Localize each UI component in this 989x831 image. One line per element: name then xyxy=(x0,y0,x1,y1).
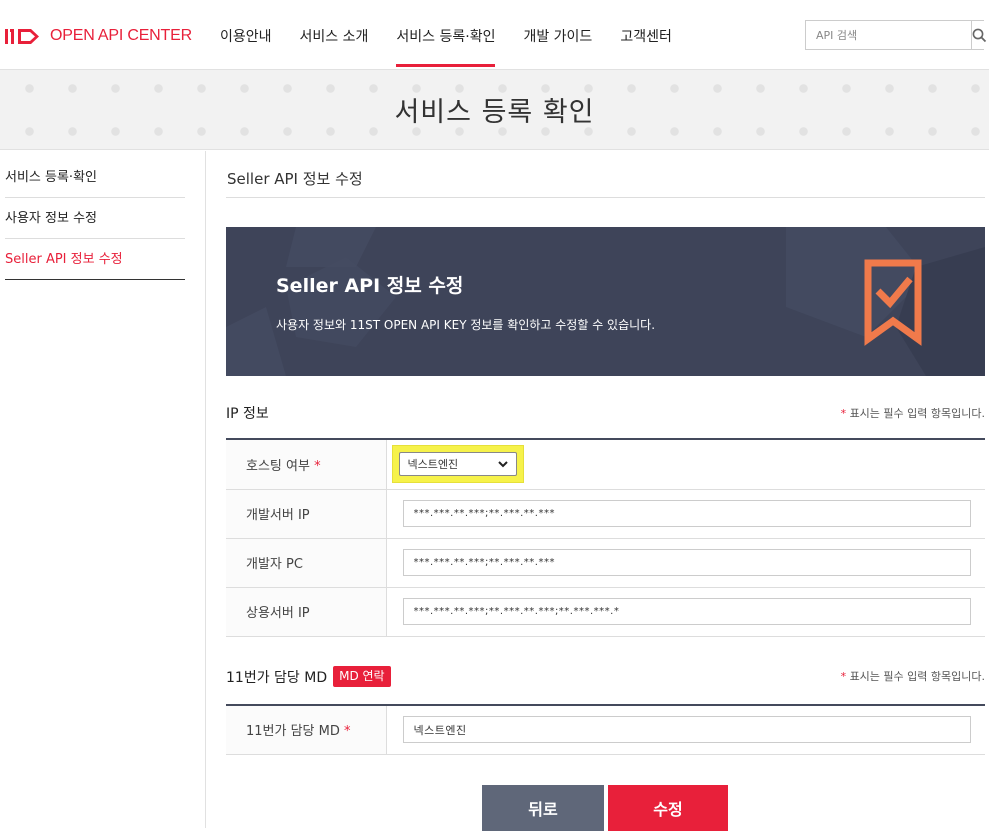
ip-section-title: IP 정보 xyxy=(226,406,269,422)
nav-usage-guide[interactable]: 이용안내 xyxy=(206,0,286,70)
md-input[interactable] xyxy=(402,716,971,744)
prod-server-ip-label: 상용서버 IP xyxy=(226,587,387,637)
sidebar-item-service-register[interactable]: 서비스 등록·확인 xyxy=(5,157,185,198)
bookmark-check-icon xyxy=(864,259,922,346)
nav-service-intro[interactable]: 서비스 소개 xyxy=(286,0,383,70)
nav-customer-center[interactable]: 고객센터 xyxy=(606,0,686,70)
hero-description: 사용자 정보와 11ST OPEN API KEY 정보를 확인하고 수정할 수… xyxy=(276,318,656,332)
banner-title: 서비스 등록 확인 xyxy=(394,97,595,128)
logo[interactable]: OPEN API CENTER xyxy=(5,26,192,46)
md-contact-button[interactable]: MD 연락 xyxy=(333,666,391,687)
md-info-table: 11번가 담당 MD * xyxy=(226,704,985,755)
hosting-highlight: 넥스트엔진 xyxy=(391,445,524,484)
md-label: 11번가 담당 MD * xyxy=(226,705,387,755)
back-button[interactable]: 뒤로 xyxy=(482,785,604,831)
ip-section-header: IP 정보 * 표시는 필수 입력 항목입니다. xyxy=(226,403,985,433)
required-note: * 표시는 필수 입력 항목입니다. xyxy=(840,407,985,420)
sidebar-item-seller-api[interactable]: Seller API 정보 수정 xyxy=(5,239,185,280)
search-icon xyxy=(972,28,987,42)
sidebar-item-user-info[interactable]: 사용자 정보 수정 xyxy=(5,198,185,239)
main-content: Seller API 정보 수정 Seller API 정보 수정 사용자 정보… xyxy=(226,151,985,831)
hero-title: Seller API 정보 수정 xyxy=(276,275,464,297)
nav-service-register[interactable]: 서비스 등록·확인 xyxy=(382,0,509,70)
11st-logo-icon xyxy=(5,29,39,44)
dev-server-ip-label: 개발서버 IP xyxy=(226,489,387,539)
sidebar-divider xyxy=(205,151,206,828)
header: OPEN API CENTER 이용안내 서비스 소개 서비스 등록·확인 개발… xyxy=(0,0,989,70)
nav-dev-guide[interactable]: 개발 가이드 xyxy=(509,0,606,70)
dev-pc-ip-input[interactable] xyxy=(402,549,971,576)
table-row: 11번가 담당 MD * xyxy=(226,705,985,755)
search-button[interactable] xyxy=(971,21,987,49)
table-row: 개발자 PC xyxy=(226,538,985,588)
page-banner: 서비스 등록 확인 xyxy=(0,70,989,150)
hosting-label: 호스팅 여부 * xyxy=(226,439,387,490)
chevron-down-icon xyxy=(497,461,508,468)
table-row: 호스팅 여부 * 넥스트엔진 xyxy=(226,439,985,490)
md-section-title: 11번가 담당 MD MD 연락 xyxy=(226,666,391,687)
required-note: * 표시는 필수 입력 항목입니다. xyxy=(840,670,985,683)
md-section-header: 11번가 담당 MD MD 연락 * 표시는 필수 입력 항목입니다. xyxy=(226,666,985,696)
main-nav: 이용안내 서비스 소개 서비스 등록·확인 개발 가이드 고객센터 xyxy=(206,0,686,70)
submit-button[interactable]: 수정 xyxy=(608,785,728,831)
page-title: Seller API 정보 수정 xyxy=(226,151,985,198)
table-row: 개발서버 IP xyxy=(226,489,985,539)
logo-text: OPEN API CENTER xyxy=(50,27,192,44)
dev-pc-label: 개발자 PC xyxy=(226,538,387,588)
search-input[interactable] xyxy=(806,21,971,49)
form-actions: 뒤로 수정 xyxy=(482,785,728,831)
sidebar: 서비스 등록·확인 사용자 정보 수정 Seller API 정보 수정 xyxy=(5,157,185,280)
hosting-select[interactable]: 넥스트엔진 xyxy=(398,452,517,477)
prod-server-ip-input[interactable] xyxy=(402,598,971,625)
ip-info-table: 호스팅 여부 * 넥스트엔진 개발서버 IP 개발자 PC 상 xyxy=(226,438,985,637)
dev-server-ip-input[interactable] xyxy=(402,500,971,527)
search-box xyxy=(805,20,987,50)
hero-banner: Seller API 정보 수정 사용자 정보와 11ST OPEN API K… xyxy=(226,227,985,376)
table-row: 상용서버 IP xyxy=(226,587,985,637)
